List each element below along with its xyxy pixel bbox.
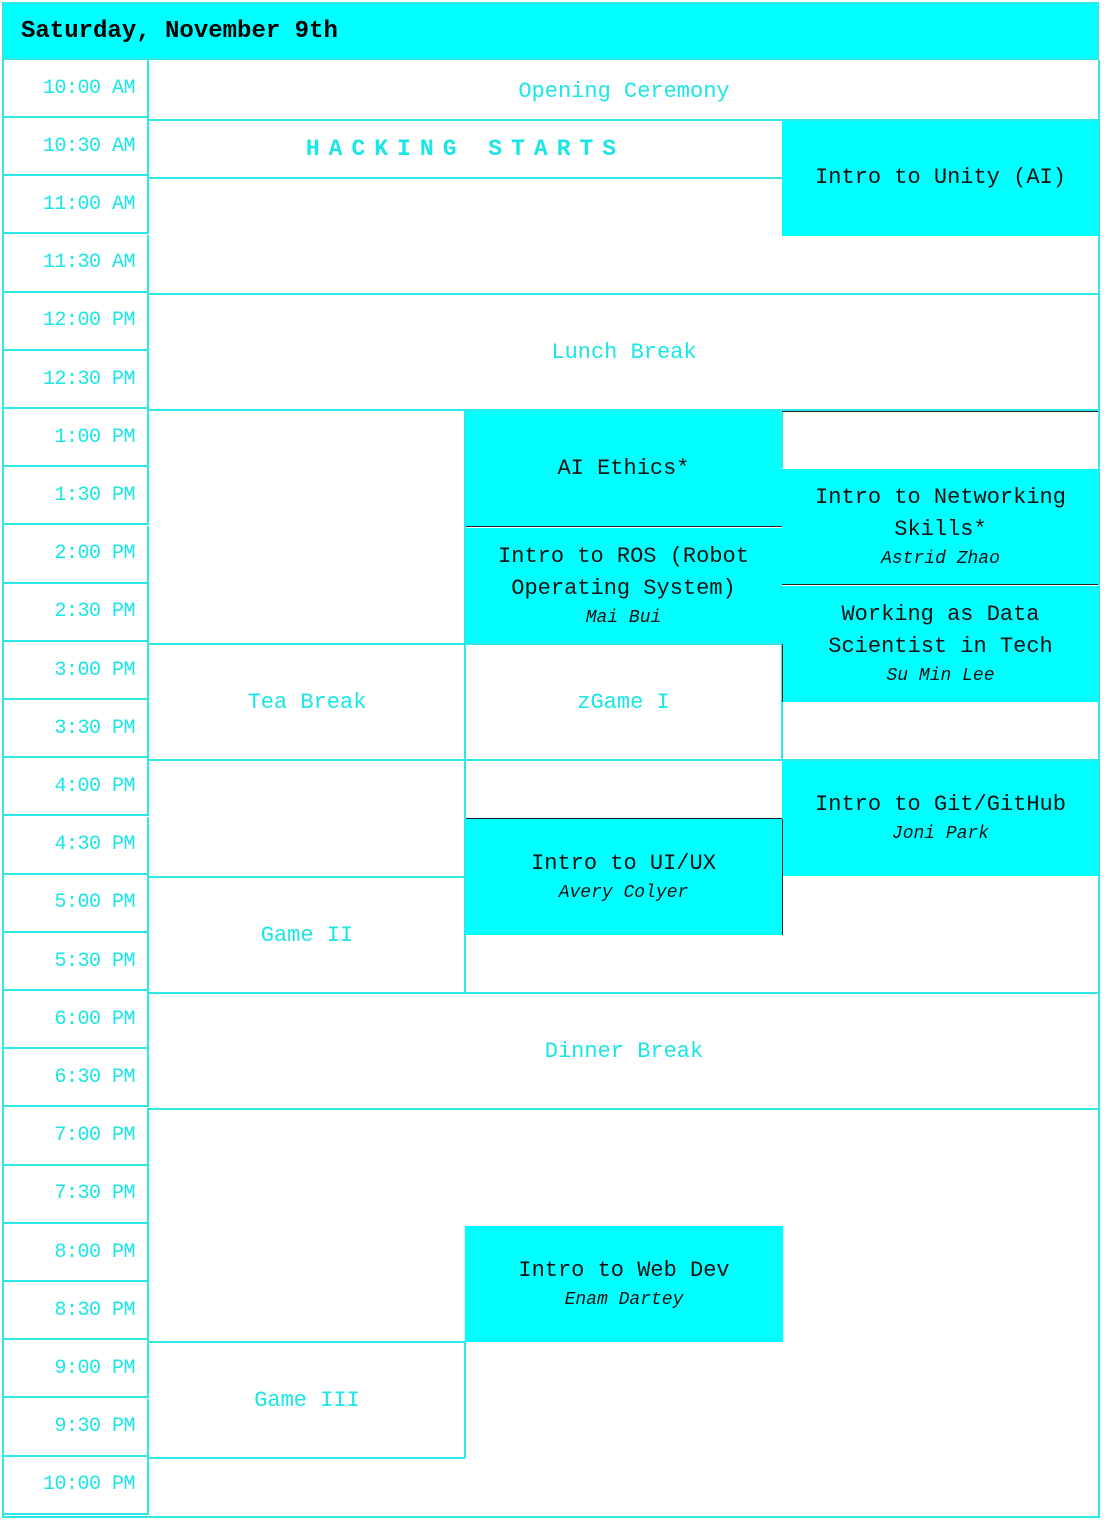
time-slot: 2:30 PM bbox=[2, 583, 149, 642]
event-title: Intro to UI/UX bbox=[531, 851, 716, 876]
divider bbox=[464, 410, 466, 993]
divider bbox=[465, 526, 782, 527]
event-title: Intro to Networking Skills* bbox=[815, 485, 1066, 542]
event-title: AI Ethics* bbox=[557, 456, 690, 481]
divider bbox=[149, 1457, 465, 1459]
divider bbox=[149, 992, 1099, 994]
time-slot: 5:00 PM bbox=[2, 874, 149, 933]
event-title: Dinner Break bbox=[544, 1038, 704, 1064]
time-slot: 10:30 AM bbox=[2, 118, 149, 177]
time-slot: 9:00 PM bbox=[2, 1340, 149, 1399]
divider bbox=[782, 584, 1099, 585]
event-speaker: Enam Dartey bbox=[564, 1290, 684, 1310]
time-slot: 2:00 PM bbox=[2, 525, 149, 584]
event-ai-ethics[interactable]: AI Ethics* bbox=[465, 411, 782, 527]
divider bbox=[781, 410, 783, 468]
divider bbox=[465, 643, 782, 645]
event-title: zGame I bbox=[577, 689, 670, 715]
event-speaker: Mai Bui bbox=[585, 608, 662, 628]
time-slot: 8:00 PM bbox=[2, 1224, 149, 1282]
event-intro-to-git[interactable]: Intro to Git/GitHub Joni Park bbox=[782, 760, 1099, 876]
time-slot: 5:30 PM bbox=[2, 933, 149, 991]
divider bbox=[149, 177, 782, 179]
event-zgame-1[interactable]: zGame I bbox=[465, 644, 782, 760]
event-lunch-break[interactable]: Lunch Break bbox=[149, 294, 1099, 410]
event-dinner-break[interactable]: Dinner Break bbox=[149, 993, 1099, 1109]
event-data-scientist[interactable]: Working as Data Scientist in Tech Su Min… bbox=[782, 586, 1099, 702]
event-title: Intro to ROS (Robot Operating System) bbox=[498, 544, 749, 601]
divider bbox=[149, 643, 465, 645]
divider bbox=[149, 119, 1099, 121]
event-title: Intro to Git/GitHub bbox=[815, 792, 1066, 817]
time-slot: 3:00 PM bbox=[2, 642, 149, 700]
time-slot: 6:30 PM bbox=[2, 1049, 149, 1108]
day-title: Saturday, November 9th bbox=[21, 17, 338, 45]
event-title: Intro to Web Dev bbox=[518, 1258, 730, 1283]
event-speaker: Avery Colyer bbox=[558, 883, 689, 903]
event-intro-to-ros[interactable]: Intro to ROS (Robot Operating System) Ma… bbox=[465, 528, 782, 644]
time-slot: 11:30 AM bbox=[2, 234, 149, 293]
divider bbox=[149, 759, 1099, 761]
event-title: Lunch Break bbox=[551, 339, 697, 365]
event-title: HACKING STARTS bbox=[305, 136, 626, 162]
divider bbox=[782, 411, 1099, 412]
event-speaker: Joni Park bbox=[891, 824, 990, 844]
day-header: Saturday, November 9th bbox=[2, 2, 1099, 60]
time-slot: 10:00 PM bbox=[2, 1456, 149, 1515]
event-intro-to-networking[interactable]: Intro to Networking Skills* Astrid Zhao bbox=[782, 469, 1099, 585]
event-opening-ceremony[interactable]: Opening Ceremony bbox=[149, 62, 1099, 120]
event-game-2[interactable]: Game II bbox=[149, 877, 465, 993]
event-title: Game III bbox=[254, 1387, 360, 1413]
time-slot: 4:00 PM bbox=[2, 758, 149, 817]
divider bbox=[149, 1108, 1099, 1110]
time-slot: 10:00 AM bbox=[2, 60, 149, 118]
event-title: Working as Data Scientist in Tech bbox=[828, 602, 1053, 659]
event-intro-to-unity[interactable]: Intro to Unity (AI) bbox=[782, 120, 1099, 236]
divider bbox=[782, 819, 783, 935]
event-game-3[interactable]: Game III bbox=[149, 1342, 465, 1458]
divider bbox=[782, 644, 783, 702]
divider bbox=[465, 818, 782, 819]
time-slot: 6:00 PM bbox=[2, 991, 149, 1050]
time-slot: 12:30 PM bbox=[2, 351, 149, 409]
event-hacking-starts[interactable]: HACKING STARTS bbox=[149, 120, 782, 178]
event-tea-break[interactable]: Tea Break bbox=[149, 644, 465, 760]
divider bbox=[464, 1342, 466, 1458]
time-slot: 8:30 PM bbox=[2, 1282, 149, 1341]
divider bbox=[149, 1341, 465, 1343]
time-slot: 7:00 PM bbox=[2, 1107, 149, 1166]
time-slot: 3:30 PM bbox=[2, 700, 149, 759]
event-speaker: Astrid Zhao bbox=[881, 549, 1000, 569]
event-speaker: Su Min Lee bbox=[886, 666, 995, 686]
time-slot: 11:00 AM bbox=[2, 176, 149, 235]
divider bbox=[149, 876, 465, 878]
divider bbox=[149, 293, 1099, 295]
time-slot: 1:00 PM bbox=[2, 409, 149, 468]
time-slot: 7:30 PM bbox=[2, 1165, 149, 1224]
schedule-grid: Saturday, November 9th 10:00 AM 10:30 AM 1… bbox=[0, 0, 1104, 1520]
event-intro-to-web-dev[interactable]: Intro to Web Dev Enam Dartey bbox=[465, 1226, 783, 1342]
time-slot: 9:30 PM bbox=[2, 1398, 149, 1457]
event-title: Game II bbox=[260, 922, 354, 948]
event-intro-to-uiux[interactable]: Intro to UI/UX Avery Colyer bbox=[465, 819, 782, 935]
time-slot: 1:30 PM bbox=[2, 467, 149, 526]
time-slot: 4:30 PM bbox=[2, 816, 149, 875]
event-title: Tea Break bbox=[247, 689, 367, 715]
event-title: Intro to Unity (AI) bbox=[815, 165, 1066, 190]
time-slot: 12:00 PM bbox=[2, 292, 149, 351]
event-title: Opening Ceremony bbox=[518, 78, 730, 104]
